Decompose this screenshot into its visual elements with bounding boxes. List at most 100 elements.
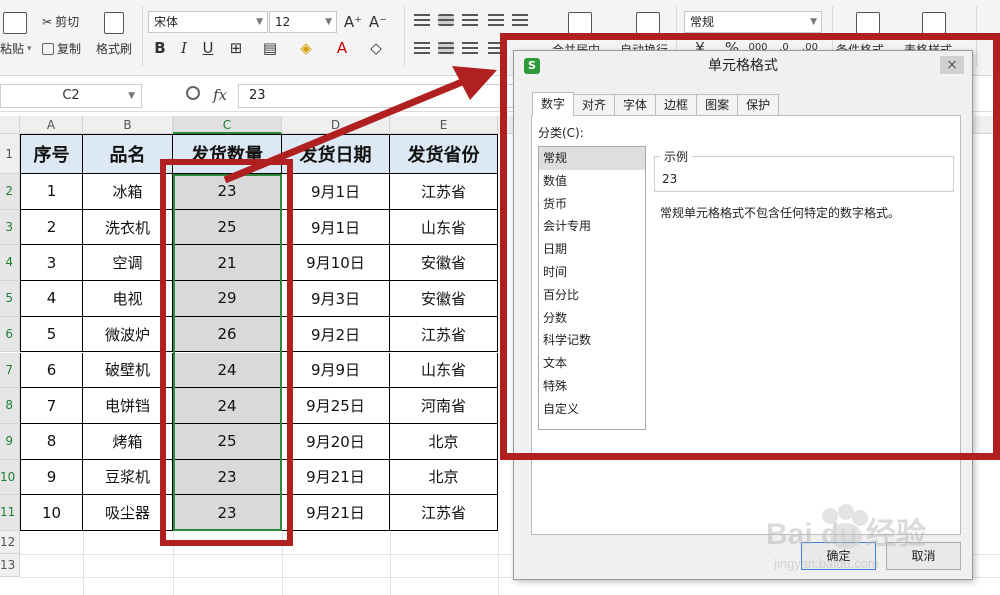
font-shrink-icon[interactable]: A⁻ (368, 12, 388, 32)
row-header-4[interactable]: 4 (0, 245, 20, 282)
watermark-text: Bai du 经验 (766, 517, 926, 551)
row-header-6[interactable]: 6 (0, 316, 20, 353)
table-cell[interactable]: 9月21日 (282, 459, 390, 496)
table-cell[interactable]: 安徽省 (390, 245, 498, 282)
merge-icon[interactable] (568, 12, 592, 34)
copy-icon (42, 42, 54, 55)
table-cell[interactable]: 9月3日 (282, 281, 390, 317)
table-style-icon[interactable] (922, 12, 946, 34)
row-header-13[interactable]: 13 (0, 554, 20, 577)
table-cell[interactable]: 1 (20, 174, 83, 210)
row-header-5[interactable]: 5 (0, 281, 20, 317)
name-box[interactable]: C2 ▼ (0, 84, 142, 108)
ribbon-divider (404, 6, 405, 66)
row-header-10[interactable]: 10 (0, 459, 20, 496)
table-cell[interactable]: 江苏省 (390, 316, 498, 353)
table-cell[interactable]: 江苏省 (390, 495, 498, 531)
header-cell[interactable]: 发货省份 (390, 134, 498, 174)
baidu-watermark: Bai du 经验 jingyan.baidu.com (766, 504, 926, 571)
align-center-icon[interactable] (438, 42, 454, 54)
table-cell[interactable]: 江苏省 (390, 174, 498, 210)
table-cell[interactable]: 9月20日 (282, 423, 390, 460)
align-right-icon[interactable] (462, 42, 478, 54)
zoom-icon[interactable] (186, 86, 200, 100)
border-icon[interactable]: ⊞ (226, 38, 246, 58)
ribbon-divider (142, 6, 143, 66)
underline-button[interactable]: U (198, 38, 218, 58)
font-color-icon[interactable]: A (332, 38, 352, 58)
font-grow-icon[interactable]: A⁺ (343, 12, 363, 32)
fill-color-icon[interactable]: ◈ (296, 38, 316, 58)
tab-number[interactable]: 数字 (532, 92, 575, 116)
col-header-c[interactable]: C (173, 116, 282, 134)
font-name-select[interactable]: 宋体 ▼ (148, 11, 268, 33)
row-header-2[interactable]: 2 (0, 174, 20, 210)
table-cell[interactable]: 3 (20, 245, 83, 282)
table-cell[interactable]: 9月9日 (282, 352, 390, 389)
table-cell[interactable]: 山东省 (390, 352, 498, 389)
align-top-icon[interactable] (414, 14, 430, 26)
table-cell[interactable]: 4 (20, 281, 83, 317)
cell-style-icon[interactable]: ▤ (260, 38, 280, 58)
col-header-e[interactable]: E (390, 116, 498, 134)
table-cell[interactable]: 9月25日 (282, 388, 390, 424)
table-cell[interactable]: 河南省 (390, 388, 498, 424)
row-header-12[interactable]: 12 (0, 531, 20, 554)
indent-decrease-icon[interactable] (488, 14, 504, 26)
gridline (498, 531, 499, 595)
scissors-icon: ✂ (42, 14, 53, 29)
col-header-d[interactable]: D (282, 116, 390, 134)
row-header-8[interactable]: 8 (0, 388, 20, 424)
indent-increase-icon[interactable] (512, 14, 528, 26)
format-painter-button[interactable]: 格式刷 (96, 40, 132, 57)
header-cell[interactable]: 序号 (20, 134, 83, 174)
table-cell[interactable]: 2 (20, 209, 83, 246)
table-cell[interactable]: 9月1日 (282, 174, 390, 210)
row-header-3[interactable]: 3 (0, 209, 20, 246)
row-header-1[interactable]: 1 (0, 134, 20, 174)
table-cell[interactable]: 6 (20, 352, 83, 389)
align-left-icon[interactable] (414, 42, 430, 54)
row-header-11[interactable]: 11 (0, 495, 20, 531)
table-cell[interactable]: 北京 (390, 423, 498, 460)
header-cell[interactable]: 发货日期 (282, 134, 390, 174)
table-cell[interactable]: 9 (20, 459, 83, 496)
row-header-9[interactable]: 9 (0, 423, 20, 460)
function-icon[interactable]: fx (213, 86, 227, 104)
col-header-b[interactable]: B (83, 116, 173, 134)
gridline (390, 531, 391, 595)
table-cell[interactable]: 5 (20, 316, 83, 353)
table-cell[interactable]: 9月21日 (282, 495, 390, 531)
font-size-select[interactable]: 12 ▼ (269, 11, 337, 33)
table-cell[interactable]: 北京 (390, 459, 498, 496)
align-bottom-icon[interactable] (462, 14, 478, 26)
clear-format-icon[interactable]: ◇ (366, 38, 386, 58)
annotation-highlight-column (160, 159, 293, 546)
table-cell[interactable]: 安徽省 (390, 281, 498, 317)
table-cell[interactable]: 7 (20, 388, 83, 424)
watermark-url: jingyan.baidu.com (773, 556, 879, 571)
paste-button[interactable]: 粘贴 ▾ (0, 40, 32, 57)
paste-icon[interactable] (3, 12, 27, 34)
italic-button[interactable]: I (174, 38, 194, 58)
format-painter-icon[interactable] (104, 12, 124, 34)
gridline (83, 531, 84, 595)
table-cell[interactable]: 山东省 (390, 209, 498, 246)
annotation-highlight-dialog (500, 33, 1000, 460)
col-header-a[interactable]: A (20, 116, 83, 134)
conditional-format-icon[interactable] (856, 12, 880, 34)
select-all-corner[interactable] (0, 116, 20, 134)
formula-input[interactable]: 23 (238, 84, 538, 108)
copy-button[interactable]: 复制 (42, 40, 81, 57)
wrap-text-icon[interactable] (636, 12, 660, 34)
table-cell[interactable]: 8 (20, 423, 83, 460)
number-format-select[interactable]: 常规 ▼ (684, 11, 822, 33)
table-cell[interactable]: 9月1日 (282, 209, 390, 246)
table-cell[interactable]: 9月2日 (282, 316, 390, 353)
table-cell[interactable]: 10 (20, 495, 83, 531)
cut-button[interactable]: ✂ 剪切 (42, 13, 79, 30)
row-header-7[interactable]: 7 (0, 352, 20, 389)
align-middle-icon[interactable] (438, 14, 454, 26)
bold-button[interactable]: B (150, 38, 170, 58)
table-cell[interactable]: 9月10日 (282, 245, 390, 282)
